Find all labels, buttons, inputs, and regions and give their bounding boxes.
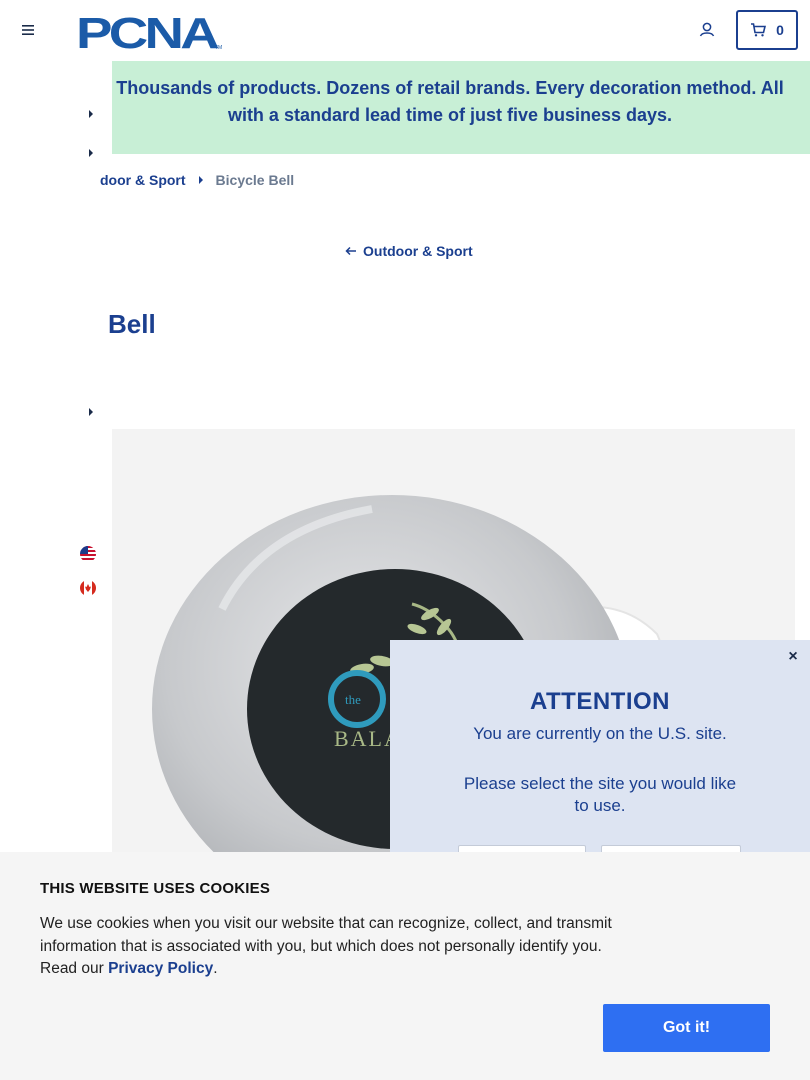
modal-select-site-text: Please select the site you would like to… <box>463 774 737 815</box>
cookie-title: THIS WEBSITE USES COOKIES <box>40 880 271 897</box>
modal-title: ATTENTION <box>529 688 671 715</box>
product-title: Bell <box>108 309 156 339</box>
accept-cookies-button[interactable]: Got it! <box>603 1004 770 1052</box>
us-flag-icon[interactable] <box>80 546 96 562</box>
modal-current-site-text: You are currently on the U.S. site. <box>473 724 727 743</box>
logo-text: PCNA <box>76 11 219 51</box>
breadcrumb-parent-link[interactable]: door & Sport <box>100 172 186 188</box>
account-icon <box>699 22 715 37</box>
hamburger-menu-button[interactable] <box>18 20 38 40</box>
site-selection-modal: × ATTENTION You are currently on the U.S… <box>390 640 810 881</box>
chevron-right-icon[interactable] <box>86 147 96 159</box>
chevron-right-icon[interactable] <box>86 406 96 418</box>
account-button[interactable] <box>696 19 718 41</box>
cookie-body: We use cookies when you visit our websit… <box>40 913 615 981</box>
cookie-banner: THIS WEBSITE USES COOKIES We use cookies… <box>0 852 810 1080</box>
breadcrumb-separator-icon <box>198 176 203 184</box>
back-link-label: Outdoor & Sport <box>363 243 473 259</box>
back-to-category-link[interactable]: Outdoor & Sport <box>345 243 473 259</box>
canada-flag-icon[interactable] <box>80 580 96 596</box>
site-header: PCNA TM 0 <box>0 0 810 61</box>
cart-count: 0 <box>776 22 784 38</box>
product-logo-small-text: the <box>345 692 361 707</box>
promo-banner: Thousands of products. Dozens of retail … <box>0 61 810 154</box>
cart-icon <box>751 23 767 37</box>
breadcrumb: door & Sport Bicycle Bell <box>100 172 294 188</box>
close-icon[interactable]: × <box>786 649 800 665</box>
logo-trademark: TM <box>215 45 222 51</box>
cookie-body-end: . <box>213 960 218 977</box>
breadcrumb-current: Bicycle Bell <box>215 172 295 188</box>
pcna-logo[interactable]: PCNA TM <box>76 9 226 58</box>
promo-banner-text: Thousands of products. Dozens of retail … <box>116 78 784 125</box>
privacy-policy-link[interactable]: Privacy Policy <box>108 960 213 977</box>
chevron-right-icon[interactable] <box>86 108 96 120</box>
hamburger-menu-icon <box>22 25 34 35</box>
cart-button[interactable]: 0 <box>736 10 798 50</box>
arrow-left-icon <box>345 246 356 256</box>
